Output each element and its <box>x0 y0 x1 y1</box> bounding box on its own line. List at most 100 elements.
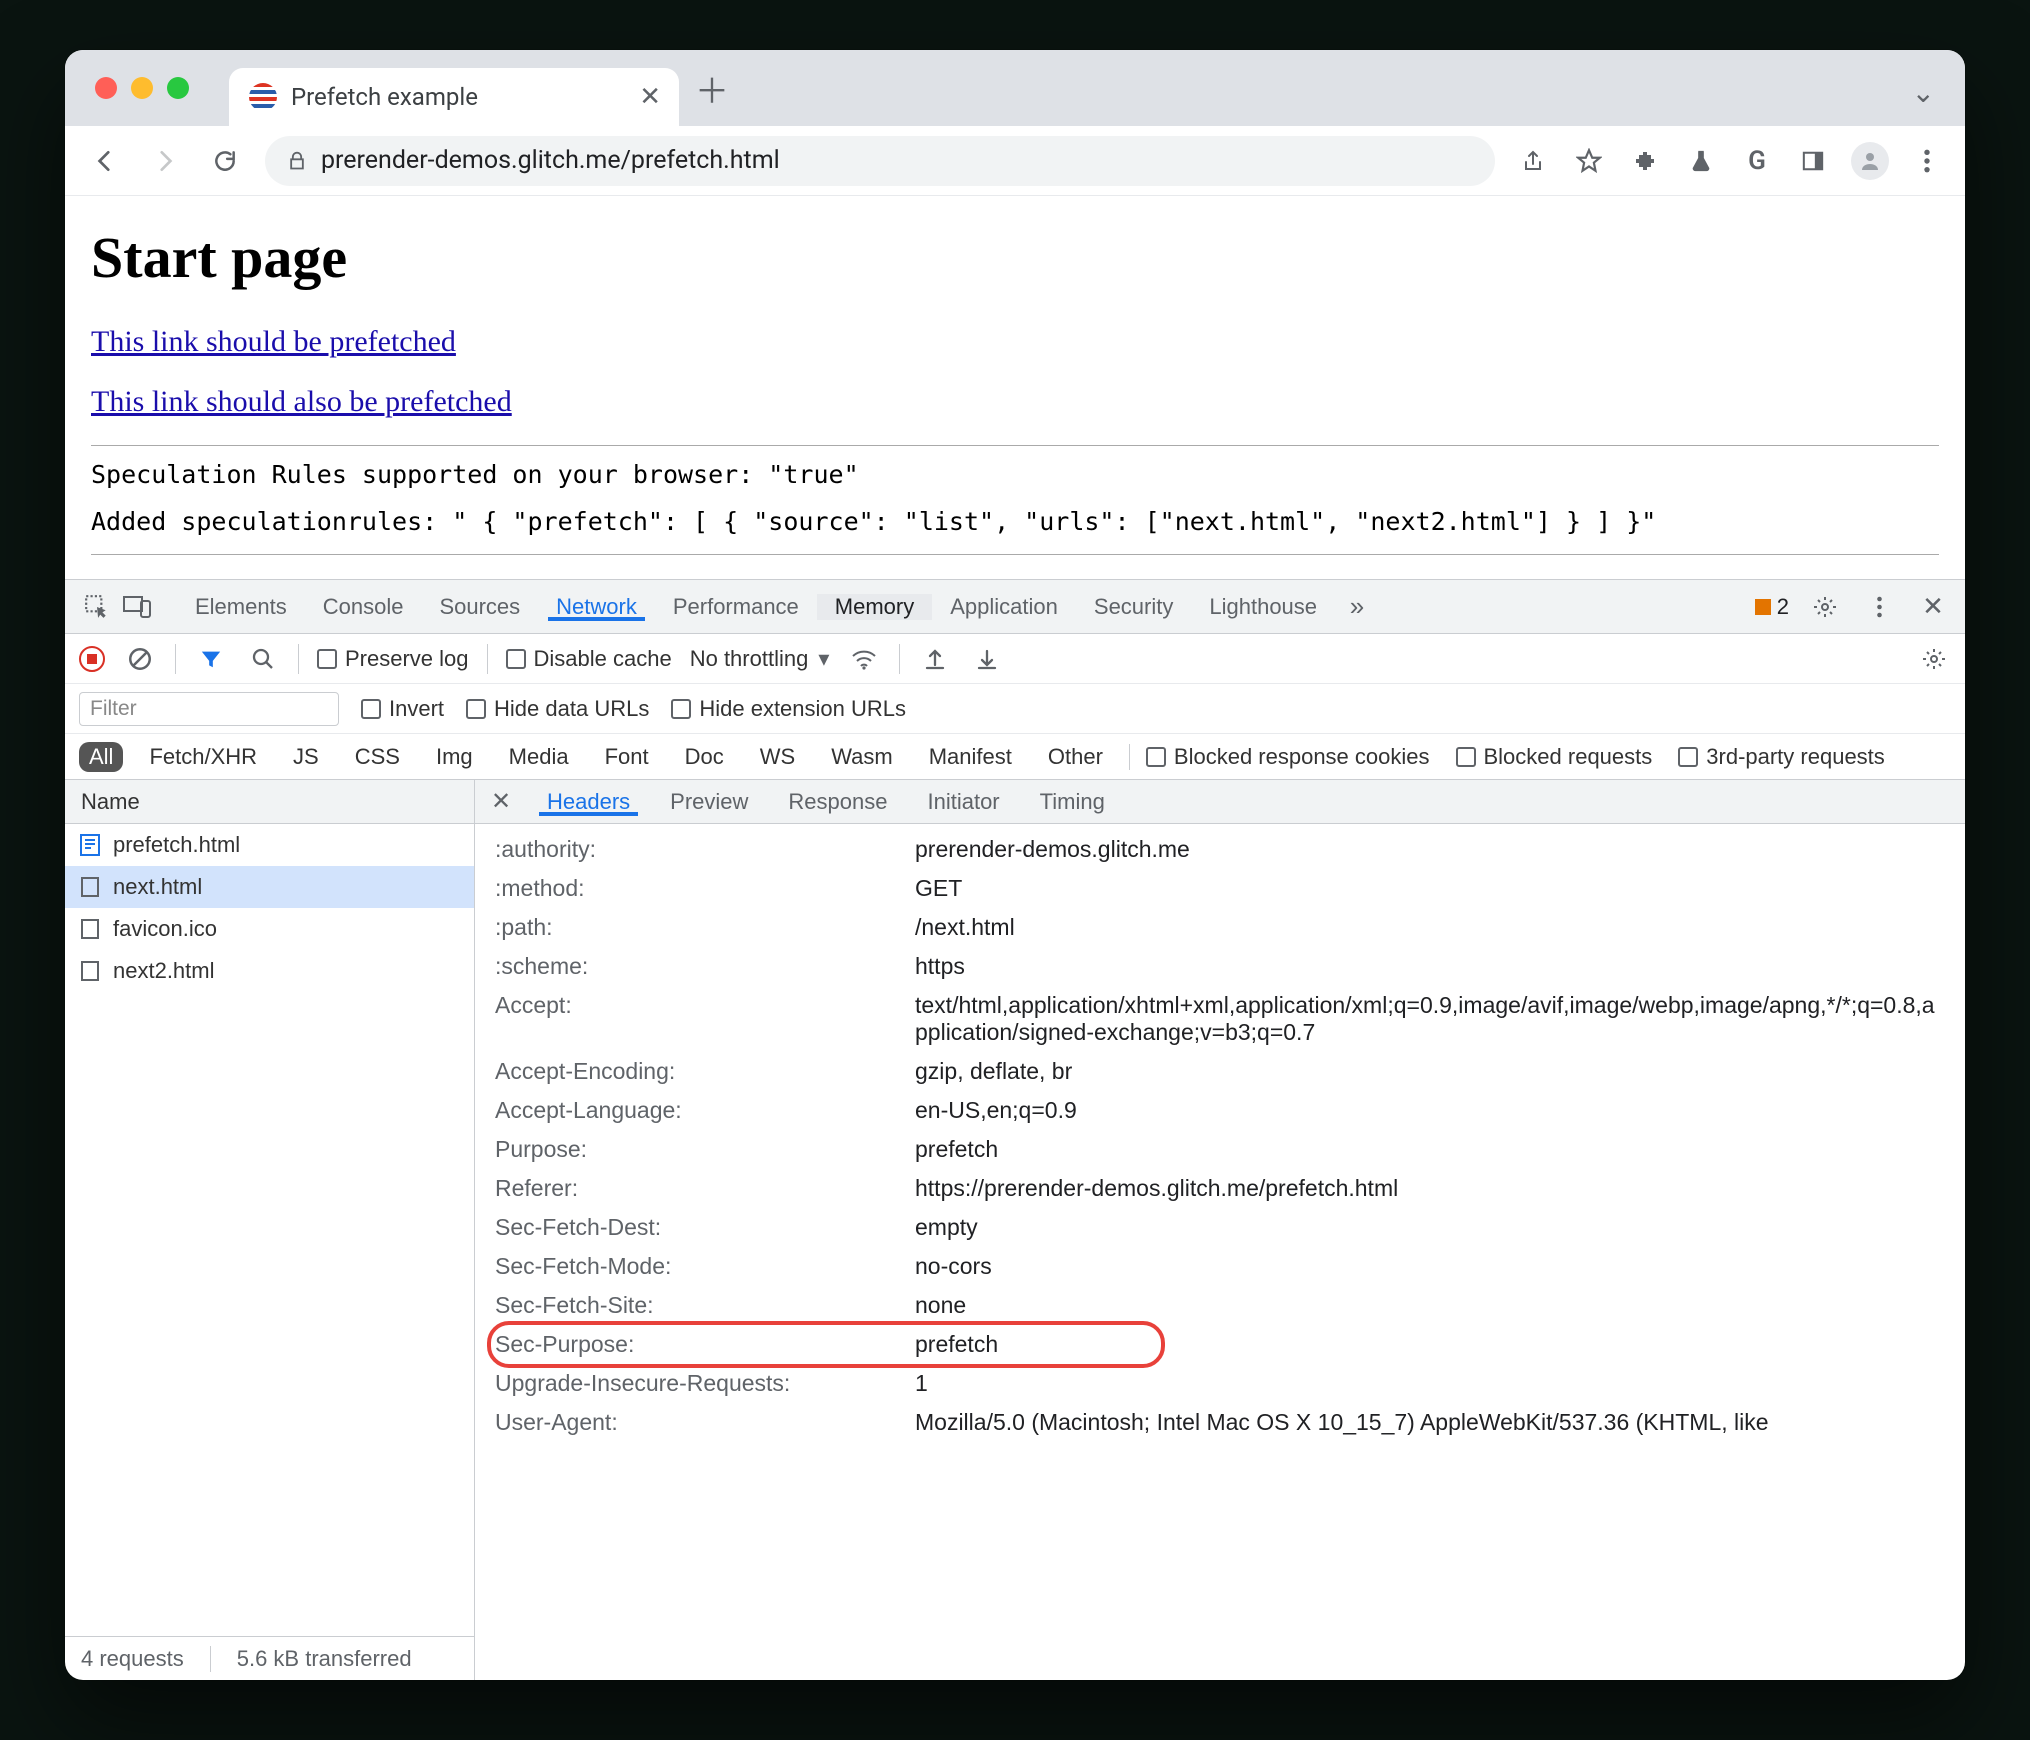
reload-button[interactable] <box>205 141 245 181</box>
header-row: Accept-Encoding:gzip, deflate, br <box>495 1052 1965 1091</box>
prefetch-link-2[interactable]: This link should also be prefetched <box>91 385 1939 419</box>
browser-window: Prefetch example ✕ ＋ ⌄ prerender-demos.g… <box>65 50 1965 1680</box>
hide-extension-urls-checkbox[interactable]: Hide extension URLs <box>671 696 906 722</box>
close-window-icon[interactable] <box>95 77 117 99</box>
device-toggle-icon[interactable] <box>119 589 155 625</box>
type-filter-all[interactable]: All <box>79 742 123 772</box>
type-filter-ws[interactable]: WS <box>750 742 805 772</box>
header-value: https://prerender-demos.glitch.me/prefet… <box>915 1175 1965 1202</box>
network-settings-icon[interactable] <box>1917 642 1951 676</box>
filter-icon[interactable] <box>194 642 228 676</box>
filter-check-3rd-party-requests[interactable]: 3rd-party requests <box>1678 744 1885 770</box>
tabs-overflow-icon[interactable]: ⌄ <box>1912 76 1935 109</box>
type-filter-fetchxhr[interactable]: Fetch/XHR <box>139 742 267 772</box>
detail-tab-timing[interactable]: Timing <box>1020 789 1125 815</box>
type-filter-font[interactable]: Font <box>595 742 659 772</box>
close-detail-icon[interactable]: ✕ <box>483 787 519 816</box>
throttling-select[interactable]: No throttling▾ <box>690 646 830 672</box>
header-value: none <box>915 1292 1965 1319</box>
search-icon[interactable] <box>246 642 280 676</box>
type-filter-media[interactable]: Media <box>499 742 579 772</box>
devtools-tab-application[interactable]: Application <box>932 594 1076 620</box>
labs-icon[interactable] <box>1683 143 1719 179</box>
type-filter-img[interactable]: Img <box>426 742 483 772</box>
address-bar[interactable]: prerender-demos.glitch.me/prefetch.html <box>265 136 1495 186</box>
extensions-icon[interactable] <box>1627 143 1663 179</box>
file-icon <box>79 876 101 898</box>
browser-tab[interactable]: Prefetch example ✕ <box>229 68 679 126</box>
record-button[interactable] <box>79 646 105 672</box>
header-name: :path: <box>495 914 915 941</box>
back-button[interactable] <box>85 141 125 181</box>
divider <box>91 445 1939 446</box>
type-filter-css[interactable]: CSS <box>345 742 410 772</box>
prefetch-link-1[interactable]: This link should be prefetched <box>91 325 1939 359</box>
maximize-window-icon[interactable] <box>167 77 189 99</box>
request-row[interactable]: next.html <box>65 866 474 908</box>
settings-icon[interactable] <box>1807 589 1843 625</box>
hide-data-urls-checkbox[interactable]: Hide data URLs <box>466 696 649 722</box>
download-har-icon[interactable] <box>970 642 1004 676</box>
detail-tab-initiator[interactable]: Initiator <box>907 789 1019 815</box>
header-value: Mozilla/5.0 (Macintosh; Intel Mac OS X 1… <box>915 1409 1965 1436</box>
header-value: text/html,application/xhtml+xml,applicat… <box>915 992 1965 1046</box>
type-filter-doc[interactable]: Doc <box>675 742 734 772</box>
filter-check-blocked-response-cookies[interactable]: Blocked response cookies <box>1146 744 1430 770</box>
close-tab-icon[interactable]: ✕ <box>639 82 661 112</box>
menu-icon[interactable] <box>1909 143 1945 179</box>
filter-check-blocked-requests[interactable]: Blocked requests <box>1456 744 1653 770</box>
devtools-tab-network[interactable]: Network <box>538 594 655 620</box>
devtools-tab-sources[interactable]: Sources <box>421 594 538 620</box>
type-filter-manifest[interactable]: Manifest <box>919 742 1022 772</box>
devtools-tab-lighthouse[interactable]: Lighthouse <box>1191 594 1335 620</box>
detail-tab-headers[interactable]: Headers <box>527 789 650 815</box>
filter-input[interactable]: Filter <box>79 692 339 726</box>
detail-tab-preview[interactable]: Preview <box>650 789 768 815</box>
sidepanel-icon[interactable] <box>1795 143 1831 179</box>
devtools-tab-performance[interactable]: Performance <box>655 594 817 620</box>
minimize-window-icon[interactable] <box>131 77 153 99</box>
more-tabs-icon[interactable]: » <box>1339 589 1375 625</box>
bookmark-icon[interactable] <box>1571 143 1607 179</box>
tab-title: Prefetch example <box>291 83 625 111</box>
type-filter-other[interactable]: Other <box>1038 742 1113 772</box>
network-conditions-icon[interactable] <box>847 642 881 676</box>
new-tab-button[interactable]: ＋ <box>695 64 729 113</box>
header-name: Accept: <box>495 992 915 1046</box>
clear-button[interactable] <box>123 642 157 676</box>
transferred-size: 5.6 kB transferred <box>237 1646 412 1672</box>
type-filter-js[interactable]: JS <box>283 742 329 772</box>
devtools-tab-security[interactable]: Security <box>1076 594 1191 620</box>
devtools-tab-memory[interactable]: Memory <box>817 594 932 620</box>
request-name: next2.html <box>113 958 215 984</box>
header-row: Sec-Purpose:prefetch <box>495 1325 1965 1364</box>
header-value: prefetch <box>915 1136 1965 1163</box>
header-name: Upgrade-Insecure-Requests: <box>495 1370 915 1397</box>
request-name: prefetch.html <box>113 832 240 858</box>
preserve-log-checkbox[interactable]: Preserve log <box>317 646 469 672</box>
profile-avatar[interactable] <box>1851 142 1889 180</box>
request-row[interactable]: favicon.ico <box>65 908 474 950</box>
close-devtools-icon[interactable]: ✕ <box>1915 589 1951 625</box>
google-icon[interactable]: G <box>1739 143 1775 179</box>
devtools-menu-icon[interactable] <box>1861 589 1897 625</box>
share-icon[interactable] <box>1515 143 1551 179</box>
request-row[interactable]: prefetch.html <box>65 824 474 866</box>
name-column-header[interactable]: Name <box>65 780 474 824</box>
devtools-tab-elements[interactable]: Elements <box>177 594 305 620</box>
header-row: User-Agent:Mozilla/5.0 (Macintosh; Intel… <box>495 1403 1965 1442</box>
devtools-tab-console[interactable]: Console <box>305 594 422 620</box>
warnings-badge[interactable]: 2 <box>1755 594 1789 620</box>
forward-button[interactable] <box>145 141 185 181</box>
page-content: Start page This link should be prefetche… <box>65 196 1965 579</box>
type-filter-wasm[interactable]: Wasm <box>821 742 903 772</box>
disable-cache-checkbox[interactable]: Disable cache <box>506 646 672 672</box>
request-row[interactable]: next2.html <box>65 950 474 992</box>
inspect-icon[interactable] <box>79 589 115 625</box>
upload-har-icon[interactable] <box>918 642 952 676</box>
favicon-icon <box>249 83 277 111</box>
detail-tab-response[interactable]: Response <box>768 789 907 815</box>
header-name: Sec-Fetch-Mode: <box>495 1253 915 1280</box>
window-controls[interactable] <box>95 77 189 99</box>
invert-checkbox[interactable]: Invert <box>361 696 444 722</box>
